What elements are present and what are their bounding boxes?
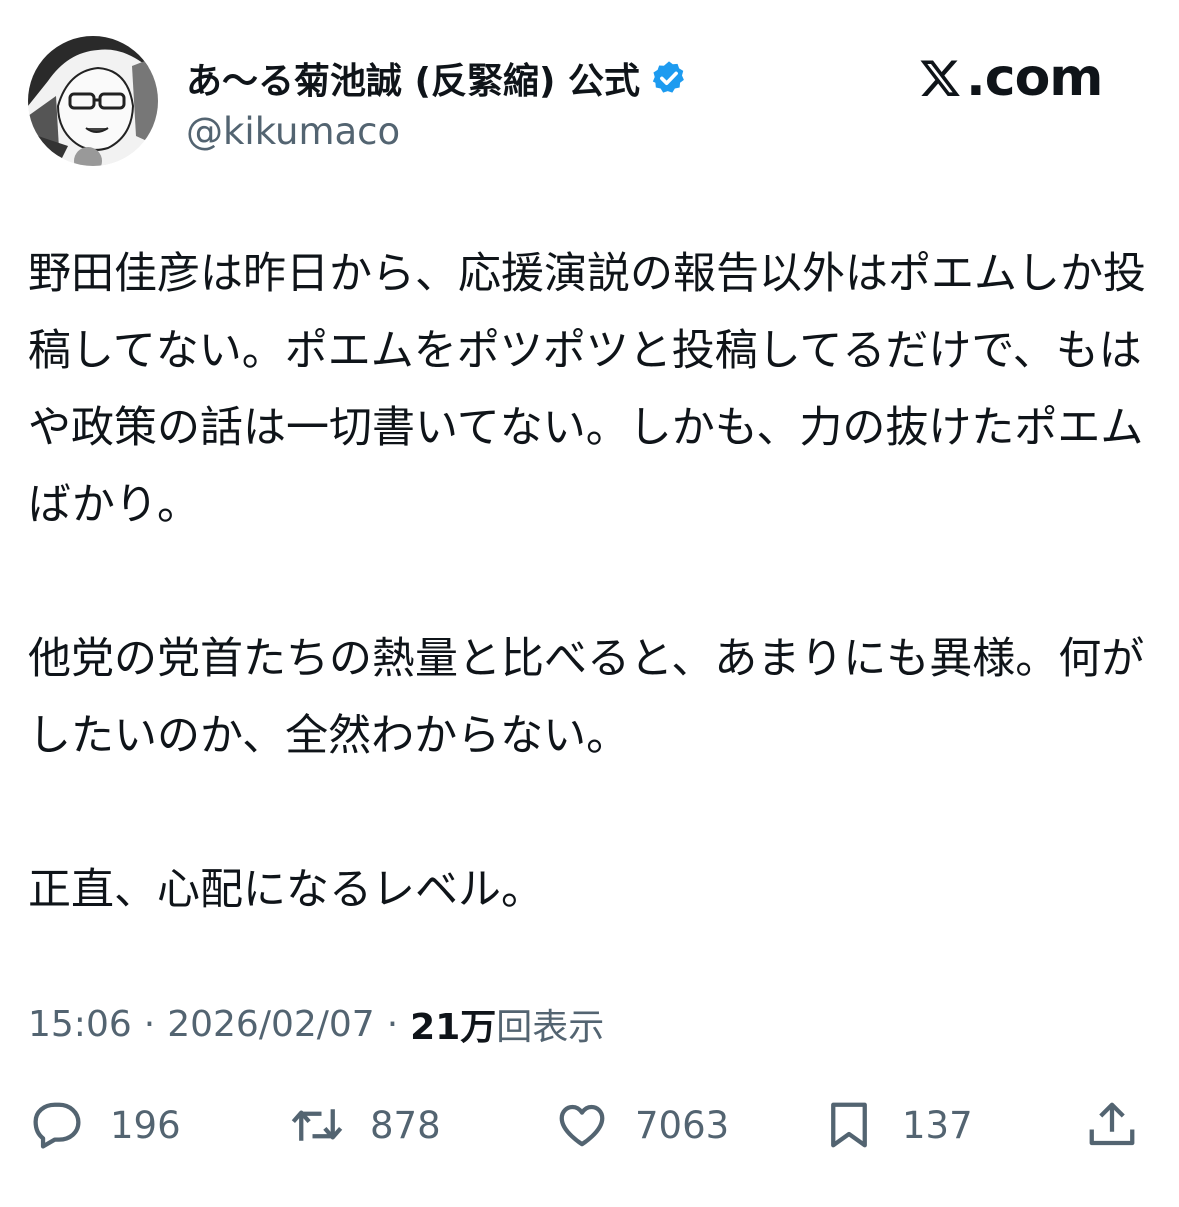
brand: .com [920,48,1103,108]
author-name[interactable]: あ〜る菊池誠 (反緊縮) 公式 [186,52,640,104]
author-handle[interactable]: @kikumaco [186,110,400,153]
repost-count: 878 [370,1103,441,1147]
views-label: 回表示 [496,1007,605,1048]
share-button[interactable] [1085,1092,1165,1158]
bookmark-count: 137 [902,1103,973,1147]
verified-badge-icon [652,61,684,93]
tweet-date[interactable]: 2026/02/07 [167,1004,375,1045]
brand-label: .com [966,48,1103,108]
reply-button[interactable]: 196 [30,1092,181,1158]
tweet-text: 野田佳彦は昨日から、応援演説の報告以外はポエムしか投稿してない。ポエムをポツポツ… [28,249,1146,915]
meta-separator: · [386,1003,399,1045]
bookmark-button[interactable]: 137 [822,1092,973,1158]
tweet-time[interactable]: 15:06 [28,1004,132,1045]
like-count: 7063 [635,1103,730,1147]
meta-separator: · [143,1003,156,1045]
x-logo-icon [920,60,960,96]
tweet-meta: 15:06 · 2026/02/07 · 21万 回表示 [28,996,604,1052]
repost-button[interactable]: 878 [290,1092,441,1158]
bookmark-icon [831,1102,867,1148]
like-button[interactable]: 7063 [555,1092,729,1158]
views-count[interactable]: 21万 [410,998,496,1050]
share-icon [1089,1102,1135,1146]
heart-icon [559,1104,605,1147]
author-row: あ〜る菊池誠 (反緊縮) 公式 [186,52,688,104]
avatar[interactable] [28,36,158,166]
repost-icon [291,1109,343,1141]
reply-count: 196 [110,1103,181,1147]
reply-icon [33,1102,81,1149]
action-bar: 196 878 7063 137 [0,1092,1179,1158]
